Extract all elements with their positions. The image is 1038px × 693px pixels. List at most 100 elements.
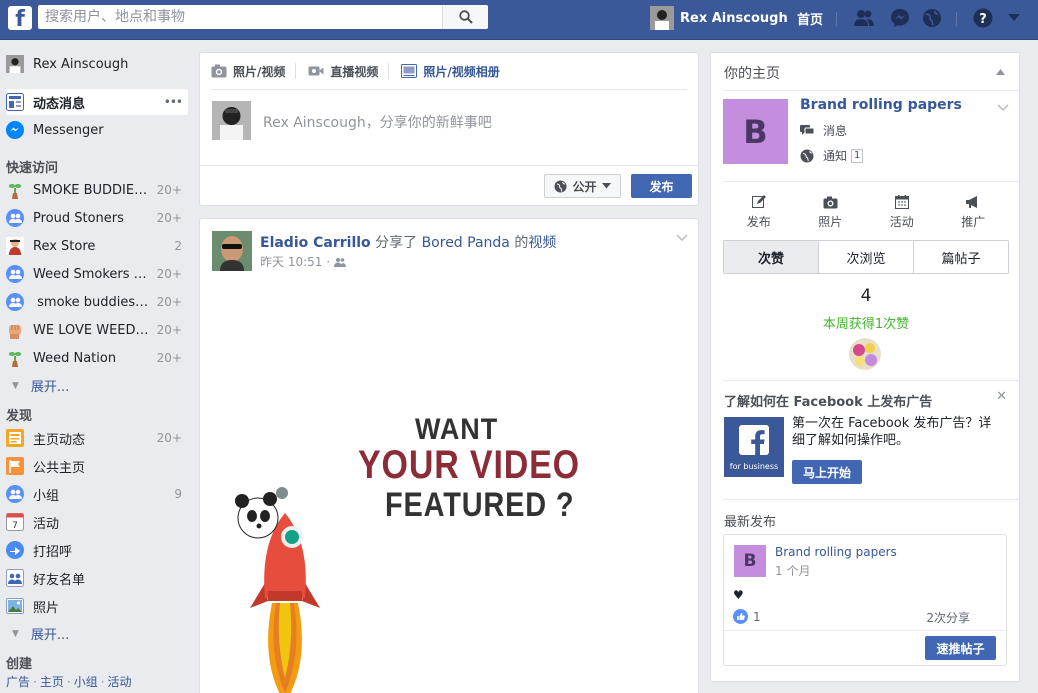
expand-discover-link[interactable]: ▼ 展开... [12,624,69,643]
action-label: 活动 [889,215,914,229]
search-input[interactable] [38,5,442,29]
notifications-button[interactable] [921,8,943,28]
recent-post-card: B Brand rolling papers 1 个月 ♥ 1 2次分享 速推帖… [723,534,1007,666]
post-source-link[interactable]: Bored Panda [422,235,510,251]
divider [295,63,297,79]
account-menu-button[interactable] [1003,8,1025,28]
create-event-link[interactable]: 活动 [108,675,132,689]
sidebar-item-page[interactable]: Rex Store 2 [6,233,188,259]
page-avatar[interactable]: B [723,99,788,164]
search-button[interactable] [442,5,488,29]
nav-messenger[interactable]: Messenger [6,117,188,143]
avatar[interactable] [212,231,252,271]
facebook-logo-icon[interactable]: f [8,6,32,30]
page-name-link[interactable]: Brand rolling papers [800,97,962,113]
page-messages-link[interactable]: 消息 [800,122,847,139]
more-options-button[interactable]: ••• [152,95,188,109]
sidebar-item-pages-feed[interactable]: 主页动态 20+ [6,425,188,451]
nav-label: 打招呼 [33,544,73,560]
count-badge: 20+ [156,351,182,365]
tab-photo-album[interactable]: 照片/视频相册 [401,63,500,80]
video-text: WANT [415,413,499,446]
sidebar-item-events[interactable]: 7 活动 [6,509,188,535]
tab-views[interactable]: 次浏览 [819,241,914,273]
sidebar-item-pages[interactable]: 公共主页 [6,453,188,479]
video-player[interactable]: WANT YOUR VIDEO FEATURED ? [200,283,698,693]
tab-posts[interactable]: 篇帖子 [914,241,1008,273]
post-header: Eladio Carrillo 分享了 Bored Panda 的视频 [260,232,556,252]
page-options-button[interactable] [997,101,1009,115]
recent-posts-heading: 最新发布 [724,515,777,530]
nav-label: 活动 [33,516,60,532]
sidebar-item-group[interactable]: SMOKE BUDDIES… 20+ [6,177,188,203]
sidebar-item-group[interactable]: WE LOVE WEED… 20+ [6,317,188,343]
page-notifications-link[interactable]: 通知 1 [800,147,864,164]
post-object-link[interactable]: 视频 [528,235,556,251]
friends-list-icon [6,569,24,587]
expand-quick-access-link[interactable]: ▼ 展开... [12,376,69,395]
sidebar-item-group[interactable]: Proud Stoners 20+ [6,205,188,231]
privacy-selector[interactable]: 公开 [544,174,621,198]
tab-photo-video[interactable]: 照片/视频 [211,63,285,80]
tab-likes[interactable]: 次赞 [724,241,819,273]
post-button[interactable]: 发布 [631,174,692,198]
sidebar-item-group[interactable]: ⁣ smoke buddies … 20+ [6,289,188,315]
share-count[interactable]: 2次分享 [926,609,970,626]
help-button[interactable]: ? [972,8,994,28]
create-page-link[interactable]: 主页 [40,675,64,689]
messages-icon [800,124,816,137]
post-timestamp[interactable]: 1 个月 [775,562,810,579]
page-avatar[interactable]: B [734,545,766,577]
profile-link[interactable]: Rex Ainscough [650,6,788,30]
create-ad-link[interactable]: 广告 [6,675,30,689]
tab-live-video[interactable]: 直播视频 [308,63,378,80]
get-started-button[interactable]: 马上开始 [792,460,862,484]
event-button[interactable]: 活动 [866,193,938,230]
stat-value: 4 [860,286,872,306]
create-links: 广告 · 主页 · 小组 · 活动 [6,673,132,690]
post-options-button[interactable] [676,231,688,245]
sidebar-item-group[interactable]: Weed Nation 20+ [6,345,188,371]
divider [723,499,1019,500]
sidebar-item-photos[interactable]: 照片 [6,593,188,619]
notifications-label: 通知 [823,149,848,163]
like-count[interactable]: 1 [733,609,761,624]
nav-profile[interactable]: Rex Ainscough [6,51,188,77]
post-author-link[interactable]: Eladio Carrillo [260,235,371,251]
nav-label: WE LOVE WEED… [33,322,149,338]
divider [836,12,837,26]
photo-button[interactable]: 照片 [795,193,867,230]
home-link[interactable]: 首页 [797,9,823,28]
post-content: ♥ [733,588,744,602]
caret-down-icon [601,183,611,189]
sidebar-item-groups[interactable]: 小组 9 [6,481,188,507]
avatar[interactable] [849,338,881,370]
page-name-link[interactable]: Brand rolling papers [775,545,897,559]
separator-dot: · [33,675,37,689]
boost-post-button[interactable]: 速推帖子 [925,636,996,660]
close-icon[interactable]: ✕ [996,389,1007,404]
create-group-link[interactable]: 小组 [74,675,98,689]
feed-post: Eladio Carrillo 分享了 Bored Panda 的视频 昨天 1… [199,218,699,693]
tab-label: 照片/视频 [233,64,286,79]
promote-button[interactable]: 推广 [938,193,1010,230]
sprout-icon [6,181,24,199]
sidebar-item-group[interactable]: Weed Smokers 18+ 20+ [6,261,188,287]
action-label: 推广 [961,215,986,229]
nav-news-feed[interactable]: 动态消息 ••• [6,89,188,115]
count-badge: 20+ [156,267,182,281]
composer-input[interactable]: Rex Ainscough，分享你的新鲜事吧 [263,112,492,132]
post-connector: 的 [514,235,529,251]
collapse-button[interactable] [996,67,1005,78]
nav-label: Weed Nation [33,350,117,366]
sidebar-item-pokes[interactable]: 打招呼 [6,537,188,563]
weekly-likes-text: 本周获得1次赞 [822,317,910,332]
video-camera-icon [308,65,324,77]
friend-requests-button[interactable] [853,8,875,28]
avatar [212,101,251,140]
tab-label: 照片/视频相册 [423,64,500,79]
post-timestamp[interactable]: 昨天 10:51 [260,253,322,270]
sidebar-item-friend-lists[interactable]: 好友名单 [6,565,188,591]
publish-button[interactable]: 发布 [723,193,795,230]
messages-button[interactable] [889,8,911,28]
